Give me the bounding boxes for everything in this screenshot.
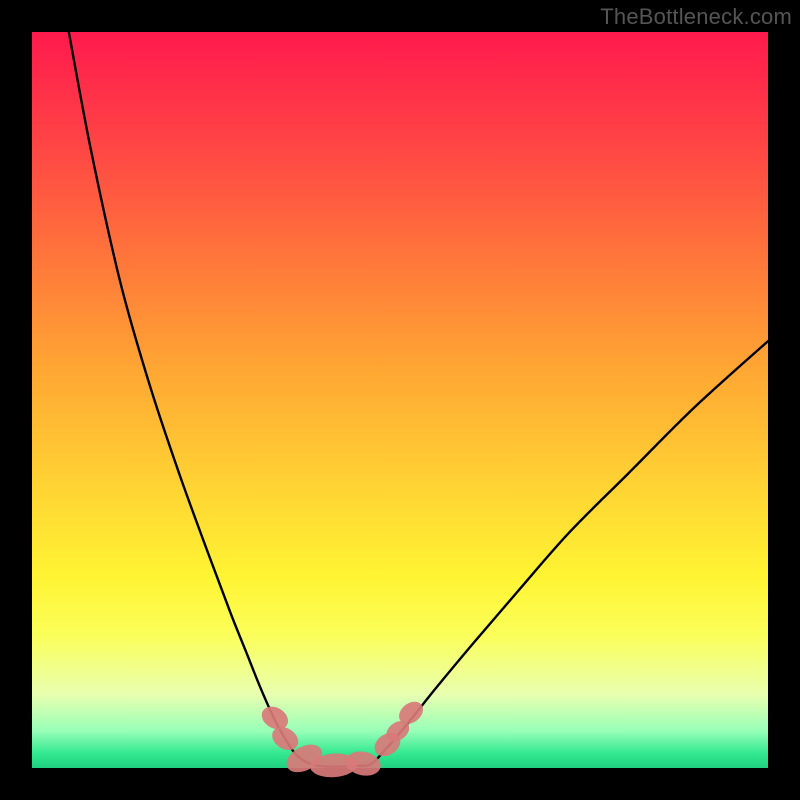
plot-area xyxy=(32,32,768,768)
curve-layer xyxy=(32,32,768,768)
bottleneck-curve xyxy=(69,32,768,767)
watermark-text: TheBottleneck.com xyxy=(600,4,792,30)
chart-frame: TheBottleneck.com xyxy=(0,0,800,800)
